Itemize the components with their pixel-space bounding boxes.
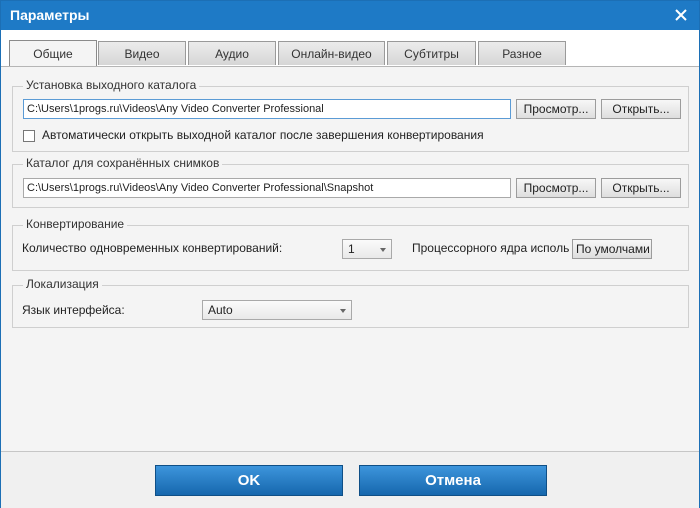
localization-group-label: Локализация [23, 277, 102, 291]
cpu-cores-label: Процессорного ядра исполь [412, 241, 570, 255]
tab-subtitles[interactable]: Субтитры [387, 41, 476, 65]
snapshot-open-button[interactable]: Открыть... [601, 178, 681, 198]
close-button[interactable] [671, 5, 691, 25]
snapshot-directory-group: Каталог для сохранённых снимков C:\Users… [12, 156, 689, 208]
simultaneous-conversions-select[interactable]: 1 [342, 239, 392, 259]
interface-language-label: Язык интерфейса: [22, 303, 125, 317]
conversion-group-label: Конвертирование [23, 217, 128, 231]
auto-open-label: Автоматически открыть выходной каталог п… [42, 128, 484, 142]
output-open-button[interactable]: Открыть... [601, 99, 681, 119]
cpu-cores-select[interactable]: По умолчами [572, 239, 652, 259]
interface-language-select[interactable]: Auto [202, 300, 352, 320]
snapshot-directory-input[interactable]: C:\Users\1progs.ru\Videos\Any Video Conv… [23, 178, 511, 198]
interface-language-value: Auto [208, 303, 233, 317]
ok-button[interactable]: OK [155, 465, 343, 496]
output-directory-group: Установка выходного каталога C:\Users\1p… [12, 78, 689, 152]
auto-open-checkbox[interactable] [23, 130, 35, 142]
dialog-footer: OK Отмена [1, 451, 699, 508]
tab-content-general: Установка выходного каталога C:\Users\1p… [1, 66, 699, 451]
tab-online-video[interactable]: Онлайн-видео [278, 41, 385, 65]
snapshot-browse-button[interactable]: Просмотр... [516, 178, 596, 198]
tab-audio[interactable]: Аудио [188, 41, 276, 65]
output-directory-input[interactable]: C:\Users\1progs.ru\Videos\Any Video Conv… [23, 99, 511, 119]
conversion-group: Конвертирование Количество одновременных… [12, 217, 689, 271]
tab-strip: Общие Видео Аудио Онлайн-видео Субтитры … [1, 30, 699, 66]
chevron-down-icon [380, 248, 386, 252]
settings-dialog: Параметры Общие Видео Аудио Онлайн-видео… [0, 0, 700, 508]
output-browse-button[interactable]: Просмотр... [516, 99, 596, 119]
localization-group: Локализация Язык интерфейса: Auto [12, 277, 689, 328]
output-directory-group-label: Установка выходного каталога [23, 78, 200, 92]
chevron-down-icon [340, 309, 346, 313]
simultaneous-conversions-label: Количество одновременных конвертирований… [22, 241, 283, 255]
tab-misc[interactable]: Разное [478, 41, 566, 65]
tab-general[interactable]: Общие [9, 40, 97, 66]
title-bar: Параметры [1, 1, 699, 30]
tab-video[interactable]: Видео [98, 41, 186, 65]
close-icon [675, 9, 687, 21]
dialog-title: Параметры [10, 7, 90, 23]
cancel-button[interactable]: Отмена [359, 465, 547, 496]
simultaneous-conversions-value: 1 [348, 242, 355, 256]
snapshot-directory-group-label: Каталог для сохранённых снимков [23, 156, 223, 170]
